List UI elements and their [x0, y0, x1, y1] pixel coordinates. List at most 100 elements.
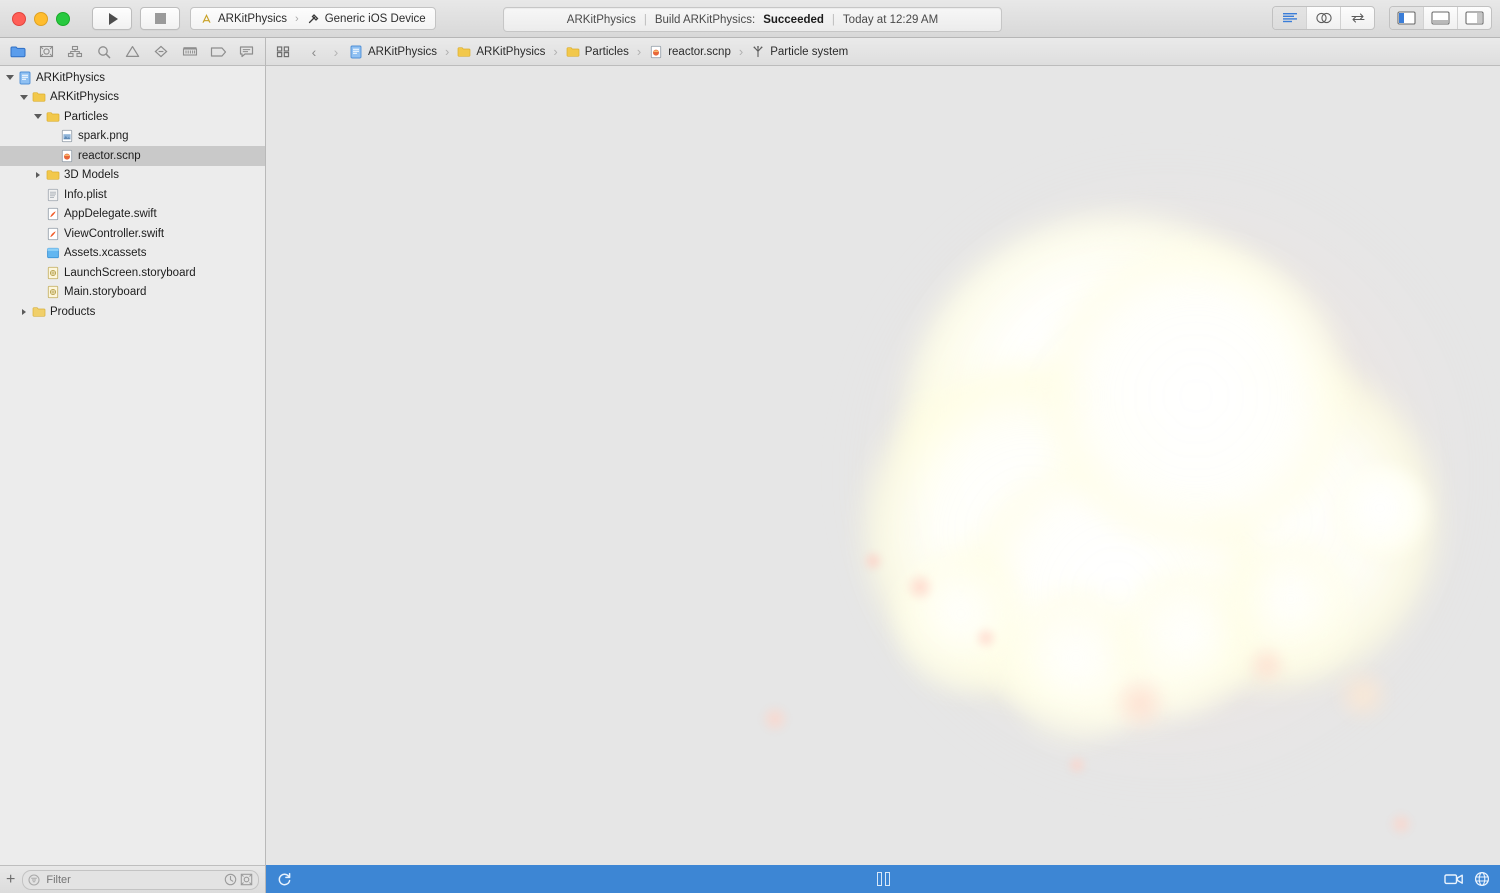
assistant-editor-button[interactable]: [1307, 7, 1341, 29]
navigator-tab-bar: [0, 38, 265, 66]
particle-lobe-left: [866, 366, 1196, 696]
disclosure-triangle-icon[interactable]: [18, 308, 30, 315]
breadcrumb-separator: ›: [636, 44, 642, 59]
symbol-icon: [68, 45, 83, 58]
pause-icon[interactable]: [876, 872, 890, 886]
tree-row[interactable]: AppDelegate.swift: [0, 205, 265, 225]
tree-row[interactable]: LaunchScreen.storyboard: [0, 263, 265, 283]
report-navigator-tab[interactable]: [233, 38, 262, 65]
spark-1: [862, 550, 884, 572]
tree-row[interactable]: Assets.xcassets: [0, 244, 265, 264]
source-control-navigator-tab[interactable]: [33, 38, 62, 65]
filter-input[interactable]: [44, 872, 179, 887]
scene-control-bar: [266, 865, 1500, 893]
project-navigator-tab[interactable]: [4, 38, 33, 65]
spark-4: [760, 704, 790, 734]
test-navigator-tab[interactable]: [147, 38, 176, 65]
right-panel-icon: [1465, 11, 1484, 25]
tree-row-label: spark.png: [78, 130, 129, 143]
play-icon: [108, 12, 118, 25]
navigate-forward-button[interactable]: ›: [325, 44, 347, 60]
breadcrumb-item[interactable]: ARKitPhysics: [455, 45, 547, 59]
breadcrumb-item[interactable]: ARKitPhysics: [347, 45, 439, 59]
maximize-window-button[interactable]: [56, 11, 70, 26]
breadcrumb-item[interactable]: reactor.scnp: [647, 45, 733, 59]
tree-row-label: AppDelegate.swift: [64, 208, 157, 221]
particle-system-preview[interactable]: [266, 66, 1500, 865]
related-items-icon[interactable]: [276, 45, 291, 58]
minimize-window-button[interactable]: [34, 11, 48, 26]
navigator-toggle-button[interactable]: [1390, 7, 1424, 29]
version-editor-button[interactable]: [1341, 7, 1374, 29]
stop-button[interactable]: [140, 7, 180, 30]
navigator-filter-bar: +: [0, 865, 265, 893]
status-separator-2: |: [831, 13, 835, 26]
spark-8: [1334, 666, 1392, 724]
folder-icon: [10, 46, 26, 58]
debug-navigator-tab[interactable]: [175, 38, 204, 65]
tree-row[interactable]: ARKitPhysics: [0, 88, 265, 108]
navigate-back-button[interactable]: ‹: [303, 44, 325, 60]
add-file-button[interactable]: +: [6, 871, 15, 888]
breadcrumb-item[interactable]: Particle system: [749, 45, 850, 59]
filter-toggles: [224, 873, 253, 886]
tree-row[interactable]: ARKitPhysics: [0, 68, 265, 88]
breadcrumb-item[interactable]: Particles: [564, 45, 631, 59]
tree-row-icon: [30, 90, 48, 104]
close-window-button[interactable]: [12, 11, 26, 26]
tree-row[interactable]: spark.png: [0, 127, 265, 147]
tree-row[interactable]: Particles: [0, 107, 265, 127]
find-navigator-tab[interactable]: [90, 38, 119, 65]
tree-row-icon: [44, 188, 62, 202]
issue-navigator-tab[interactable]: [118, 38, 147, 65]
tree-row[interactable]: Main.storyboard: [0, 283, 265, 303]
breadcrumb: ARKitPhysics › ARKitPhysics › Particles › reac…: [347, 44, 850, 59]
standard-editor-button[interactable]: [1273, 7, 1307, 29]
disclosure-triangle-icon[interactable]: [32, 114, 44, 120]
status-activity-label: Build ARKitPhysics:: [654, 13, 756, 26]
breadcrumb-label: Particle system: [770, 45, 849, 58]
breakpoint-navigator-tab[interactable]: [204, 38, 233, 65]
scheme-selector[interactable]: ARKitPhysics › Generic iOS Device: [190, 7, 436, 30]
tree-row-label: ViewController.swift: [64, 227, 165, 240]
tree-row-label: Assets.xcassets: [64, 247, 147, 260]
recent-files-icon[interactable]: [224, 873, 237, 886]
run-button[interactable]: [92, 7, 132, 30]
tree-row-icon: [44, 207, 62, 221]
scheme-project-label: ARKitPhysics: [218, 12, 288, 25]
inspector-toggle-button[interactable]: [1458, 7, 1491, 29]
source-control-icon: [40, 45, 54, 58]
debug-area-toggle-button[interactable]: [1424, 7, 1458, 29]
disclosure-triangle-icon[interactable]: [18, 94, 30, 100]
source-control-filter-icon[interactable]: [240, 873, 253, 886]
tree-row[interactable]: 3D Models: [0, 166, 265, 186]
products-folder-icon: [32, 307, 46, 317]
record-video-icon[interactable]: [1444, 872, 1464, 886]
tree-row-icon: [16, 71, 34, 85]
disclosure-triangle-icon[interactable]: [32, 172, 44, 179]
tree-row-icon: [58, 129, 76, 143]
status-project-label: ARKitPhysics: [566, 13, 636, 26]
tree-row[interactable]: reactor.scnp: [0, 146, 265, 166]
tree-row[interactable]: Products: [0, 302, 265, 322]
tree-row-label: Info.plist: [64, 188, 107, 201]
tree-row-icon: [44, 110, 62, 124]
tree-row[interactable]: Info.plist: [0, 185, 265, 205]
particle-lobe-center: [966, 456, 1266, 726]
spark-2: [905, 572, 935, 602]
scnp-file-icon: [651, 45, 662, 58]
window-body: ARKitPhysics ARKitPhysics Particles spark.p…: [0, 38, 1500, 893]
tree-row-label: ARKitPhysics: [50, 91, 120, 104]
diamond-icon: [154, 45, 168, 58]
scene-globe-icon[interactable]: [1474, 871, 1490, 887]
status-separator-1: |: [643, 13, 647, 26]
activity-status-bar[interactable]: ARKitPhysics | Build ARKitPhysics: Succe…: [503, 7, 1002, 32]
tree-row-icon: [44, 168, 62, 182]
tree-row[interactable]: ViewController.swift: [0, 224, 265, 244]
project-file-tree[interactable]: ARKitPhysics ARKitPhysics Particles spark.p…: [0, 66, 265, 865]
filter-input-wrapper[interactable]: [22, 869, 259, 890]
reload-particle-icon[interactable]: [276, 871, 293, 888]
spark-5: [1066, 754, 1088, 776]
symbol-navigator-tab[interactable]: [61, 38, 90, 65]
disclosure-triangle-icon[interactable]: [4, 75, 16, 81]
